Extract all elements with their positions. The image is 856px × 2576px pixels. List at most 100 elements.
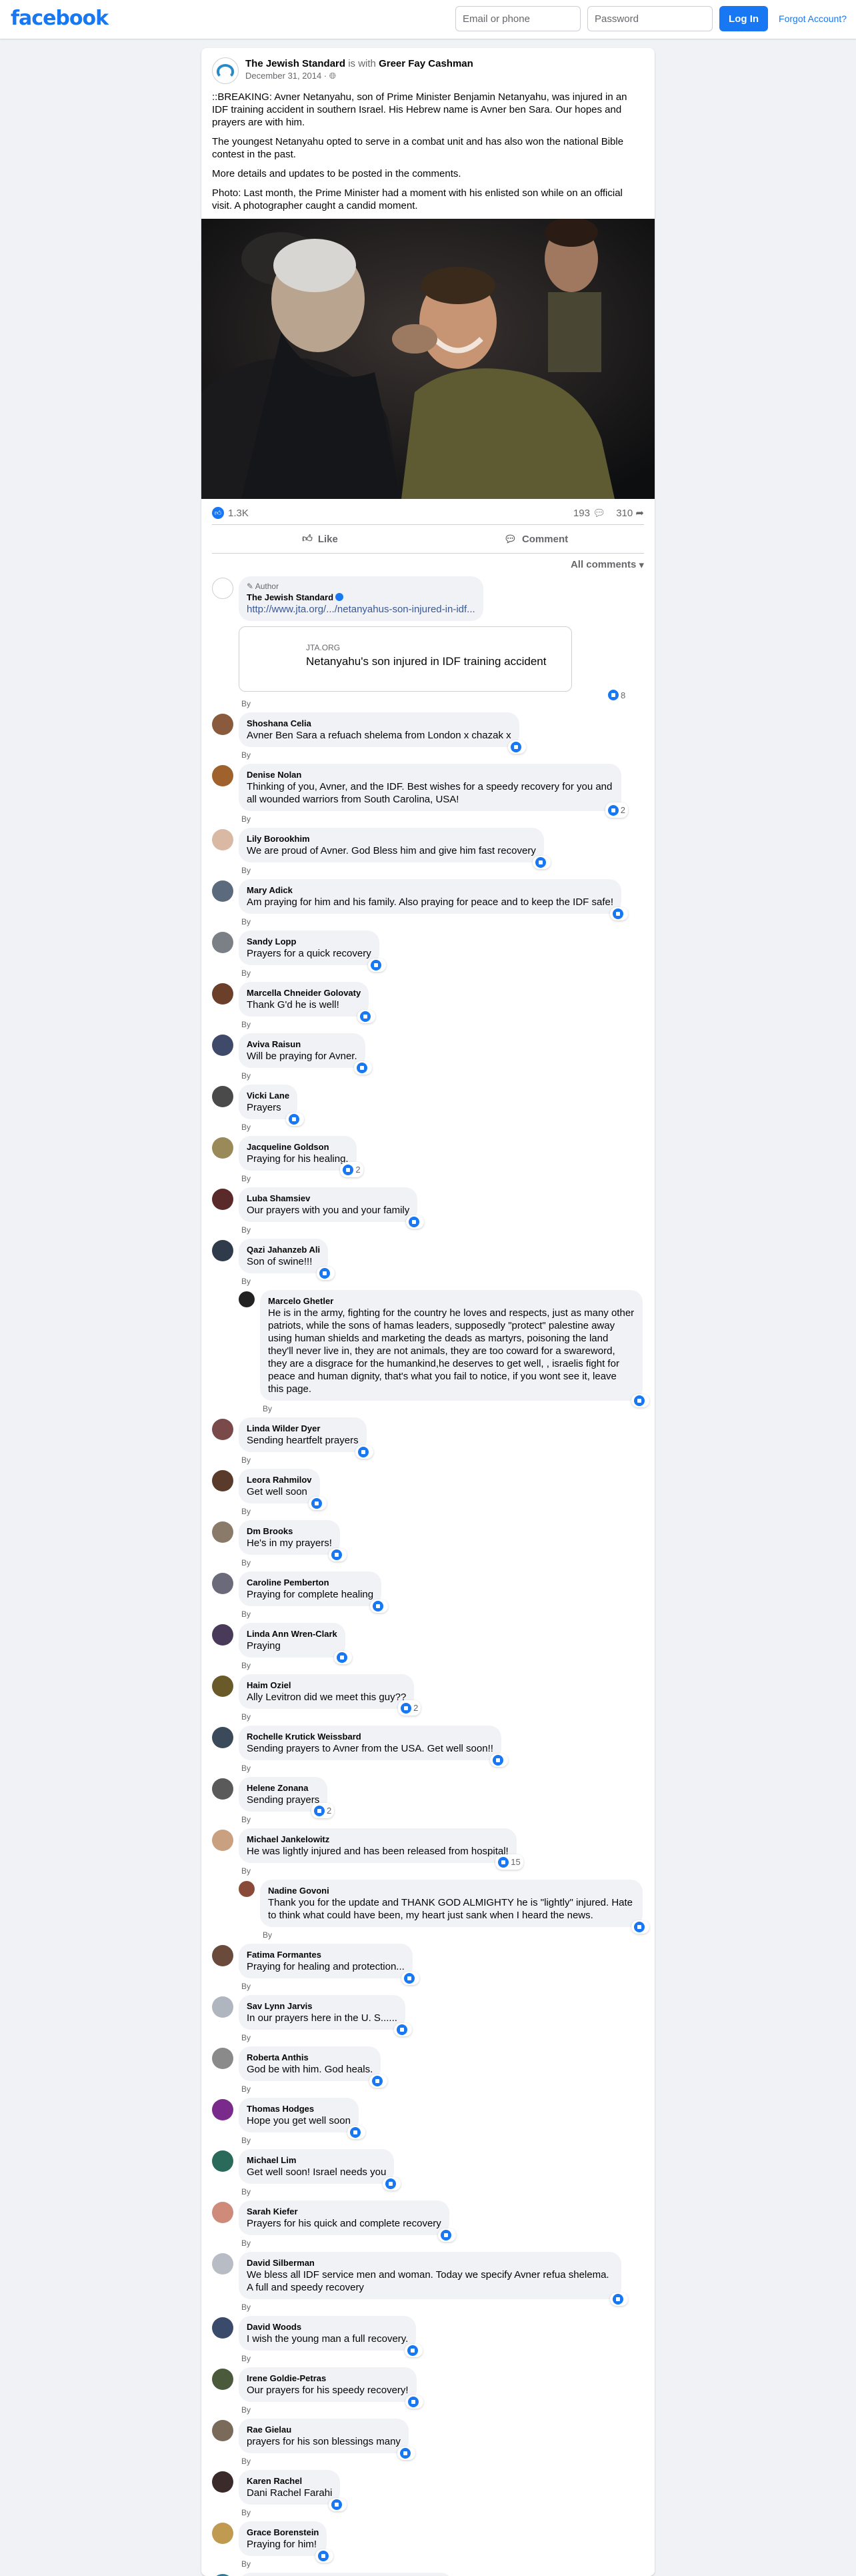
commenter-name[interactable]: Sav Lynn Jarvis (247, 2000, 397, 2012)
comment-reactions[interactable] (347, 2126, 365, 2139)
like-button[interactable]: 👍︎ Like (212, 525, 428, 553)
commenter-avatar[interactable] (212, 714, 233, 735)
commenter-avatar[interactable] (212, 1086, 233, 1107)
comment-reactions[interactable]: 2 (311, 1803, 335, 1818)
comment-reactions[interactable] (405, 2395, 423, 2409)
comment-reactions[interactable] (401, 1972, 419, 1985)
commenter-name[interactable]: Thomas Hodges (247, 2103, 351, 2114)
commenter-avatar[interactable] (212, 1945, 233, 1966)
comment-reactions[interactable] (369, 2074, 388, 2088)
commenter-avatar[interactable] (212, 1830, 233, 1851)
commenter-avatar[interactable] (212, 1470, 233, 1491)
comment-reactions[interactable] (610, 907, 628, 920)
commenter-name[interactable]: Michael Lim (247, 2154, 386, 2166)
comment-reactions[interactable]: 2 (605, 802, 628, 818)
link-preview-card[interactable]: JTA.ORG Netanyahu's son injured in IDF t… (239, 626, 572, 692)
commenter-name[interactable]: Vicki Lane (247, 1090, 289, 1101)
commenter-name[interactable]: Rae Gielau (247, 2424, 401, 2435)
commenter-avatar[interactable] (212, 1035, 233, 1056)
commenter-avatar[interactable] (212, 2523, 233, 2544)
commenter-name[interactable]: Marcelo Ghetler (268, 1295, 635, 1307)
commenter-name[interactable]: Grace Borenstein (247, 2527, 319, 2538)
forgot-account-link[interactable]: Forgot Account? (779, 13, 847, 24)
commenter-avatar[interactable] (212, 1573, 233, 1594)
commenter-avatar[interactable] (239, 1881, 255, 1897)
commenter-name[interactable]: Dm Brooks (247, 1525, 332, 1537)
commenter-name[interactable]: Caroline Pemberton (247, 1577, 373, 1588)
commenter-name[interactable]: Helene Zonana (247, 1782, 319, 1794)
comment-reactions[interactable] (328, 1548, 347, 1561)
commenter-avatar[interactable] (212, 983, 233, 1005)
commenter-name[interactable]: Roberta Anthis (247, 2052, 373, 2063)
commenter-avatar[interactable] (212, 765, 233, 786)
comment-reactions[interactable] (406, 1215, 425, 1229)
commenter-avatar[interactable] (212, 2099, 233, 2120)
commenter-name[interactable]: Marcella Chneider Golovaty (247, 987, 361, 999)
commenter-avatar[interactable] (212, 1521, 233, 1543)
comment-reactions[interactable] (286, 1113, 305, 1126)
comment-reactions[interactable] (397, 2447, 415, 2460)
comment-reactions[interactable] (329, 2498, 347, 2511)
shares-count-wrap[interactable]: 310 ➦ (616, 507, 644, 519)
commenter-avatar[interactable] (212, 2253, 233, 2275)
commenter-name[interactable]: Rochelle Krutick Weissbard (247, 1731, 493, 1742)
commenter-avatar[interactable] (212, 2202, 233, 2223)
comment-reactions[interactable]: 15 (495, 1854, 523, 1870)
comment-reactions[interactable] (355, 1445, 373, 1459)
commenter-avatar[interactable] (212, 1240, 233, 1261)
page-name-link[interactable]: The Jewish Standard (245, 58, 345, 69)
comment-reactions[interactable] (315, 2549, 334, 2563)
comment-reactions[interactable] (489, 1754, 508, 1767)
likes-count[interactable]: 1.3K (228, 508, 249, 519)
commenter-name[interactable]: Denise Nolan (247, 769, 613, 780)
comment-reactions[interactable] (308, 1497, 327, 1510)
comment-reactions[interactable] (317, 1267, 335, 1280)
login-button[interactable]: Log In (719, 6, 769, 31)
commenter-name[interactable]: Michael Jankelowitz (247, 1834, 509, 1845)
commenter-avatar[interactable] (212, 1419, 233, 1440)
commenter-name[interactable]: Haim Oziel (247, 1680, 406, 1691)
commenter-avatar[interactable] (212, 578, 233, 599)
comment-button[interactable]: 💬︎ Comment (428, 525, 644, 553)
commenter-name[interactable]: Linda Wilder Dyer (247, 1423, 359, 1434)
article-link[interactable]: http://www.jta.org/.../netanyahus-son-in… (247, 604, 475, 615)
shares-count[interactable]: 310 (616, 508, 633, 519)
post-date[interactable]: December 31, 2014 · (245, 71, 329, 81)
commenter-avatar[interactable] (212, 1996, 233, 2018)
commenter-avatar[interactable] (212, 1189, 233, 1210)
comment-reactions[interactable] (393, 2023, 412, 2036)
commenter-avatar[interactable] (212, 880, 233, 902)
comment-reactions[interactable] (357, 1010, 376, 1023)
commenter-name[interactable]: David Silberman (247, 2257, 613, 2269)
comment-reactions[interactable] (610, 2293, 628, 2306)
commenter-name[interactable]: Sarah Kiefer (247, 2206, 441, 2217)
commenter-name[interactable]: David Woods (247, 2321, 408, 2333)
comment-sort-dropdown[interactable]: All comments ▾ (201, 554, 655, 576)
commenter-name[interactable]: Mary Adick (247, 884, 613, 896)
comment-reactions[interactable]: 2 (398, 1700, 421, 1716)
commenter-avatar[interactable] (212, 1624, 233, 1646)
commenter-name[interactable]: Sandy Lopp (247, 936, 371, 947)
email-field[interactable] (455, 6, 581, 31)
password-field[interactable] (587, 6, 713, 31)
comment-reactions[interactable] (353, 1061, 372, 1075)
commenter-avatar[interactable] (212, 2317, 233, 2339)
commenter-avatar[interactable] (212, 1778, 233, 1800)
comment-reactions[interactable] (437, 2228, 456, 2242)
commenter-avatar[interactable] (212, 1676, 233, 1697)
commenter-name[interactable]: Aviva Raisun (247, 1039, 357, 1050)
commenter-name[interactable]: Leora Rahmilov (247, 1474, 312, 1485)
commenter-avatar[interactable] (212, 932, 233, 953)
commenter-avatar[interactable] (212, 1137, 233, 1159)
commenter-name[interactable]: Linda Ann Wren-Clark (247, 1628, 337, 1640)
commenter-name[interactable]: Qazi Jahanzeb Ali (247, 1244, 320, 1255)
comment-reactions[interactable] (383, 2177, 401, 2190)
comment-reactions[interactable] (370, 1599, 389, 1613)
commenter-avatar[interactable] (212, 2420, 233, 2441)
commenter-name[interactable]: Luba Shamsiev (247, 1193, 409, 1204)
comment-reactions[interactable]: 2 (340, 1162, 363, 1177)
post-photo[interactable] (201, 219, 655, 499)
page-avatar[interactable] (212, 57, 239, 84)
commenter-avatar[interactable] (212, 2471, 233, 2493)
commenter-avatar[interactable] (212, 829, 233, 850)
